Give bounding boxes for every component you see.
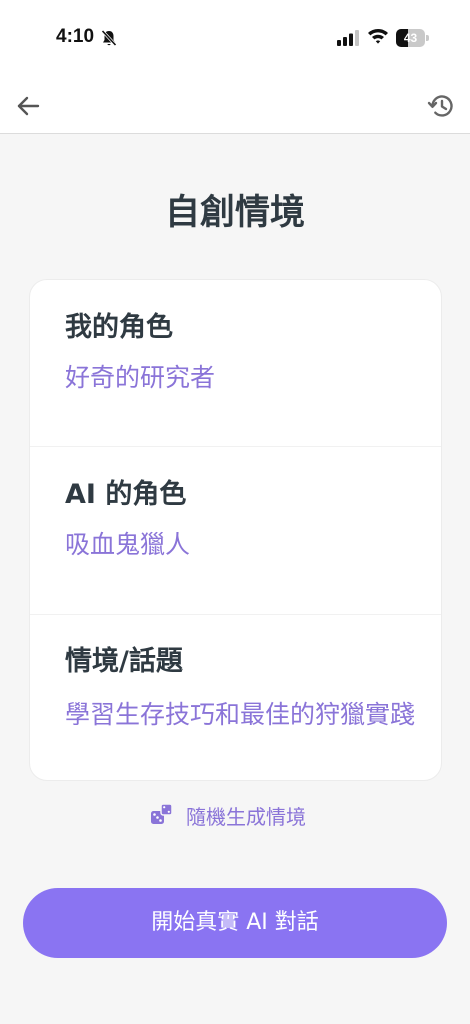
- arrow-left-icon: [17, 96, 40, 116]
- ai-role-value: 吸血鬼獵人: [65, 530, 191, 559]
- scenario-topic-section[interactable]: 情境/話題 學習生存技巧和最佳的狩獵實踐: [30, 614, 441, 780]
- random-scenario-label: 隨機生成情境: [186, 804, 306, 829]
- battery-icon: 43: [396, 29, 429, 47]
- page-title: 自創情境: [164, 193, 305, 233]
- status-bar: 4:10 43: [0, 0, 470, 78]
- wifi-icon: [367, 27, 389, 49]
- battery-level: 43: [403, 31, 418, 45]
- dice-icon: [151, 803, 173, 824]
- back-button[interactable]: [14, 92, 42, 120]
- bell-off-icon: [100, 29, 118, 51]
- my-role-section[interactable]: 我的角色 好奇的研究者: [30, 280, 441, 446]
- scenario-topic-value: 學習生存技巧和最佳的狩獵實踐: [65, 700, 416, 729]
- random-scenario-button[interactable]: 隨機生成情境: [150, 800, 306, 830]
- my-role-label: 我的角色: [65, 312, 173, 343]
- scenario-card: 我的角色 好奇的研究者 AI 的角色 吸血鬼獵人 情境/話題 學習生存技巧和最佳…: [29, 279, 442, 781]
- nav-bar: [0, 78, 470, 134]
- status-time: 4:10: [56, 26, 95, 47]
- ai-role-label: AI 的角色: [65, 479, 187, 510]
- start-ai-conversation-button[interactable]: 開始真實 AI 對話: [23, 888, 447, 958]
- history-button[interactable]: [426, 91, 456, 121]
- scenario-topic-label: 情境/話題: [65, 646, 183, 677]
- history-icon: [427, 95, 453, 117]
- my-role-value: 好奇的研究者: [65, 363, 216, 392]
- ai-role-section[interactable]: AI 的角色 吸血鬼獵人: [30, 446, 441, 614]
- battery-cap: [426, 35, 429, 41]
- signal-icon: [337, 30, 361, 50]
